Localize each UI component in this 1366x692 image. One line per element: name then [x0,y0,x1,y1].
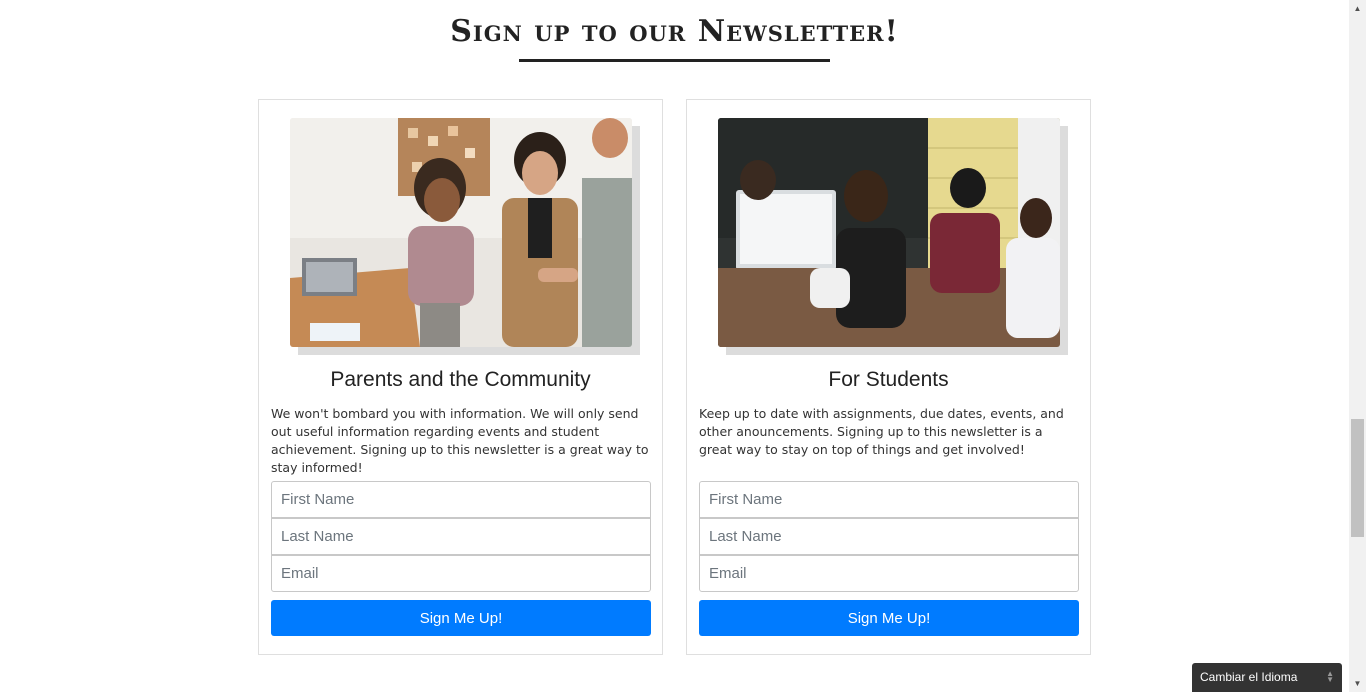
page: Sign up to our Newsletter! Parents and t… [0,0,1349,692]
sign-up-button[interactable]: Sign Me Up! [699,600,1079,636]
scroll-thumb[interactable] [1351,419,1364,537]
last-name-field[interactable] [699,518,1079,555]
scroll-down-icon[interactable]: ▼ [1349,675,1366,692]
email-field[interactable] [699,555,1079,592]
updown-arrows-icon: ▲ ▼ [1326,669,1334,684]
vertical-scrollbar[interactable]: ▲ ▼ [1349,0,1366,692]
first-name-field[interactable] [271,481,651,518]
card-description: Keep up to date with assignments, due da… [699,406,1064,457]
language-selector-label: Cambiar el Idioma [1200,670,1298,684]
language-selector[interactable]: Cambiar el Idioma ▲ ▼ [1192,663,1342,692]
card-description: We won't bombard you with information. W… [271,406,649,475]
sign-up-button[interactable]: Sign Me Up! [271,600,651,636]
email-field[interactable] [271,555,651,592]
title-underline [519,59,830,62]
scroll-up-icon[interactable]: ▲ [1349,0,1366,17]
students-photo [718,118,1068,355]
newsletter-card-students: For Students Keep up to date with assign… [686,99,1091,655]
parents-photo [290,118,640,355]
page-title: Sign up to our Newsletter! [450,14,899,49]
last-name-field[interactable] [271,518,651,555]
card-title: Parents and the Community [330,368,591,391]
first-name-field[interactable] [699,481,1079,518]
newsletter-card-parents: Parents and the Community We won't bomba… [258,99,663,655]
card-title: For Students [828,368,949,391]
